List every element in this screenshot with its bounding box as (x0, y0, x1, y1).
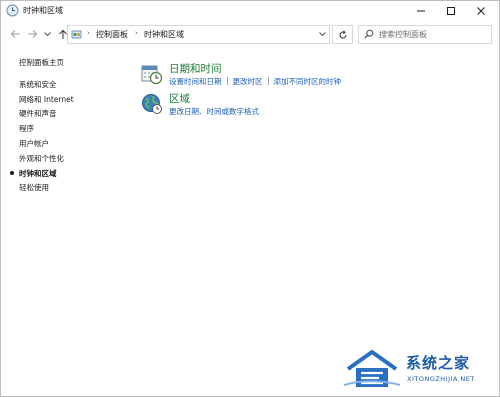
close-button[interactable] (467, 1, 495, 21)
house-logo-icon (344, 350, 400, 387)
back-button[interactable] (8, 26, 22, 42)
sidebar: 控制面板主页 系统和安全 网络和 Internet 硬件和声音 程序 用户帐户 … (1, 51, 131, 251)
category-title[interactable]: 日期和时间 (169, 61, 222, 76)
navigation-bar: › 控制面板 › 时钟和区域 (1, 23, 499, 45)
chevron-down-icon (318, 31, 326, 36)
back-arrow-icon (10, 30, 20, 38)
sidebar-item-network-internet[interactable]: 网络和 Internet (19, 94, 74, 105)
sidebar-item-user-accounts[interactable]: 用户帐户 (19, 138, 49, 149)
maximize-icon (447, 7, 455, 15)
chevron-down-icon (43, 31, 51, 36)
recent-locations-button[interactable] (42, 26, 52, 42)
sidebar-item-appearance[interactable]: 外观和个性化 (19, 153, 64, 164)
search-box[interactable] (358, 25, 492, 44)
title-bar: 时钟和区域 (1, 1, 499, 21)
clock-region-app-icon (6, 4, 19, 17)
forward-arrow-icon (27, 30, 37, 38)
breadcrumb-control-panel[interactable]: 控制面板 (96, 29, 128, 40)
refresh-button[interactable] (332, 25, 353, 44)
forward-button[interactable] (25, 26, 39, 42)
minimize-icon (417, 10, 425, 12)
sidebar-item-system-security[interactable]: 系统和安全 (19, 79, 57, 90)
sidebar-item-ease-of-access[interactable]: 轻松使用 (19, 182, 49, 193)
control-panel-window: 时钟和区域 › 控制面板 › 时钟和区域 搜索控制面板 控制面板主页 系统和安全… (0, 0, 500, 397)
category-links: 更改日期、时间或数字格式 (169, 106, 259, 117)
sidebar-item-control-panel-home[interactable]: 控制面板主页 (19, 57, 64, 68)
site-watermark: 系统之家 XITONGZHIJIA.NET (344, 347, 494, 391)
search-icon (364, 29, 374, 39)
active-item-bullet (10, 171, 14, 175)
sidebar-item-programs[interactable]: 程序 (19, 123, 34, 134)
refresh-icon (339, 29, 346, 38)
close-icon (477, 7, 485, 15)
link-add-clocks[interactable]: 添加不同时区的时钟 (274, 77, 342, 86)
breadcrumb-clock-region[interactable]: 时钟和区域 (144, 29, 184, 40)
address-bar[interactable]: › 控制面板 › 时钟和区域 (67, 25, 330, 44)
window-title: 时钟和区域 (23, 6, 63, 15)
link-set-time-date[interactable]: 设置时间和日期 (169, 77, 222, 86)
minimize-button[interactable] (407, 1, 435, 21)
link-divider (267, 77, 269, 85)
address-dropdown-button[interactable] (317, 29, 327, 39)
maximize-button[interactable] (437, 1, 465, 21)
calendar-clock-icon (141, 65, 163, 85)
breadcrumb-separator: › (135, 29, 138, 37)
search-input[interactable] (379, 27, 487, 41)
breadcrumb-separator: › (87, 29, 90, 37)
category-title[interactable]: 区域 (169, 91, 190, 106)
watermark-brand-cn: 系统之家 (406, 354, 471, 372)
watermark-brand-en: XITONGZHIJIA.NET (407, 375, 475, 383)
category-links: 设置时间和日期 更改时区 添加不同时区的时钟 (169, 76, 341, 87)
globe-clock-icon (142, 94, 162, 114)
sidebar-item-clock-region[interactable]: 时钟和区域 (19, 168, 57, 179)
link-divider (226, 77, 228, 85)
link-change-formats[interactable]: 更改日期、时间或数字格式 (169, 107, 259, 116)
sidebar-item-hardware-sound[interactable]: 硬件和声音 (19, 108, 57, 119)
link-change-time-zone[interactable]: 更改时区 (233, 77, 263, 86)
control-panel-icon (71, 30, 82, 39)
